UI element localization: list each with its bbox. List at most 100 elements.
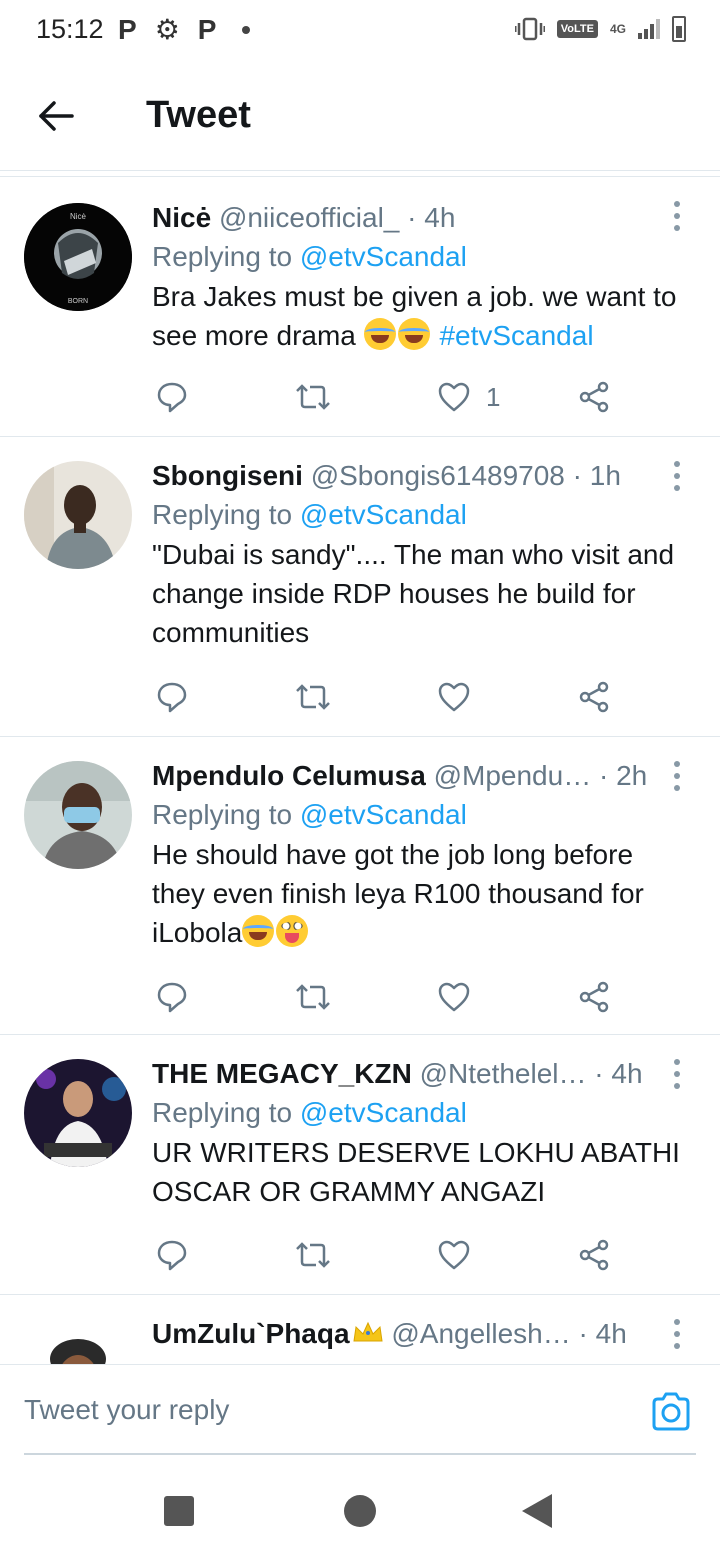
like-button[interactable]: 1	[438, 377, 500, 417]
tweet-header: THE MEGACY_KZN @Ntethelel… · 4h	[152, 1058, 643, 1089]
display-name[interactable]: UmZulu`Phaqa	[152, 1318, 350, 1349]
reply-button[interactable]	[156, 977, 188, 1017]
reply-input[interactable]	[24, 1365, 624, 1455]
user-handle[interactable]: @Angellesh…	[391, 1318, 570, 1349]
retweet-icon	[296, 384, 330, 410]
replies-list: Nicė BORN Nicė @niiceofficial_ · 4h Repl…	[0, 176, 720, 1364]
tweet-time: 1h	[589, 460, 621, 491]
zany-face-emoji	[276, 915, 309, 947]
display-name[interactable]: Mpendulo Celumusa	[152, 760, 426, 791]
retweet-button[interactable]	[296, 377, 330, 417]
display-name[interactable]: THE MEGACY_KZN	[152, 1058, 412, 1089]
reply-underline	[24, 1453, 696, 1455]
share-button[interactable]	[578, 677, 610, 717]
like-button[interactable]	[438, 677, 470, 717]
tweet-item[interactable]: Mpendulo Celumusa @Mpendu… · 2h Replying…	[0, 737, 720, 1035]
laughing-tears-emoji	[397, 318, 430, 350]
tweet-text: UR WRITERS DESERVE LOKHU ABATHI OSCAR OR…	[152, 1137, 680, 1207]
more-options-button[interactable]	[670, 201, 684, 231]
tweet-time: 4h	[424, 202, 456, 233]
reply-button[interactable]	[156, 677, 188, 717]
retweet-icon	[296, 684, 330, 710]
battery-icon	[672, 16, 686, 42]
share-icon	[579, 381, 609, 413]
retweet-button[interactable]	[296, 977, 330, 1017]
mention-link[interactable]: @etvScandal	[300, 799, 467, 830]
share-icon	[579, 981, 609, 1013]
avatar[interactable]	[24, 461, 132, 569]
like-icon	[438, 682, 470, 712]
tweet-item[interactable]: UmZulu`Phaqa @Angellesh… · 4h	[0, 1295, 720, 1364]
svg-text:BORN: BORN	[68, 298, 88, 305]
more-options-button[interactable]	[670, 1059, 684, 1089]
reply-button[interactable]	[156, 1235, 188, 1275]
mention-link[interactable]: @etvScandal	[300, 499, 467, 530]
top-app-bar: Tweet	[0, 64, 720, 171]
mention-link[interactable]: @etvScandal	[300, 1097, 467, 1128]
tweet-item[interactable]: Sbongiseni @Sbongis61489708 · 1h Replyin…	[0, 437, 720, 737]
like-button[interactable]	[438, 1235, 470, 1275]
replying-to: Replying to @etvScandal	[152, 241, 467, 272]
more-options-button[interactable]	[670, 1319, 684, 1349]
user-handle[interactable]: @Mpendu…	[434, 760, 592, 791]
reply-icon	[157, 1240, 187, 1271]
tweet-header: Mpendulo Celumusa @Mpendu… · 2h	[152, 760, 648, 791]
user-handle[interactable]: @niiceofficial_	[219, 202, 399, 233]
home-icon[interactable]	[344, 1495, 376, 1527]
tweet-header: Nicė @niiceofficial_ · 4h	[152, 202, 456, 233]
like-count: 1	[486, 381, 501, 412]
tweet-text: He should have got the job long before t…	[152, 839, 644, 948]
tweet-content: Nicė @niiceofficial_ · 4h Replying to @e…	[152, 199, 680, 355]
user-handle[interactable]: @Sbongis61489708	[311, 460, 565, 491]
network-4g-icon: 4G	[609, 22, 626, 36]
tweet-item[interactable]: Nicė BORN Nicė @niiceofficial_ · 4h Repl…	[0, 177, 720, 437]
tweet-actions	[152, 977, 622, 1017]
like-icon	[438, 382, 470, 412]
reply-button[interactable]	[156, 377, 188, 417]
avatar[interactable]: Nicė BORN	[24, 203, 132, 311]
tweet-content: THE MEGACY_KZN @Ntethelel… · 4h Replying…	[152, 1055, 680, 1211]
retweet-icon	[296, 984, 330, 1010]
tweet-actions	[152, 677, 622, 717]
camera-icon	[652, 1392, 690, 1431]
status-system-icons: VoLTE 4G	[514, 16, 686, 42]
more-options-button[interactable]	[670, 761, 684, 791]
share-button[interactable]	[578, 377, 610, 417]
user-handle[interactable]: @Ntethelel…	[420, 1058, 587, 1089]
share-icon	[579, 1239, 609, 1271]
display-name[interactable]: Nicė	[152, 202, 211, 233]
reply-icon	[157, 382, 187, 413]
reply-icon	[157, 682, 187, 713]
vibrate-icon	[514, 17, 545, 41]
back-button[interactable]	[34, 94, 78, 138]
status-bar: 15:12 P ⚙ P VoLTE 4G	[0, 0, 720, 64]
replying-to: Replying to @etvScandal	[152, 499, 467, 530]
recent-apps-icon[interactable]	[164, 1496, 194, 1526]
like-button[interactable]	[438, 977, 470, 1017]
status-notification-icons: P ⚙ P	[118, 14, 251, 46]
tweet-time: 2h	[616, 760, 648, 791]
avatar[interactable]	[24, 1319, 132, 1364]
more-options-button[interactable]	[670, 461, 684, 491]
share-button[interactable]	[578, 977, 610, 1017]
avatar[interactable]	[24, 761, 132, 869]
tweet-text: "Dubai is sandy".... The man who visit a…	[152, 539, 675, 648]
replying-to: Replying to @etvScandal	[152, 1097, 467, 1128]
dot-icon	[242, 26, 251, 34]
retweet-icon	[296, 1242, 330, 1268]
tweet-item[interactable]: THE MEGACY_KZN @Ntethelel… · 4h Replying…	[0, 1035, 720, 1295]
tweet-content: UmZulu`Phaqa @Angellesh… · 4h	[152, 1315, 680, 1353]
retweet-button[interactable]	[296, 1235, 330, 1275]
share-button[interactable]	[578, 1235, 610, 1275]
laughing-tears-emoji	[363, 318, 396, 350]
avatar[interactable]	[24, 1059, 132, 1167]
back-icon[interactable]	[522, 1494, 552, 1528]
share-icon	[579, 681, 609, 713]
mention-link[interactable]: @etvScandal	[300, 241, 467, 272]
retweet-button[interactable]	[296, 677, 330, 717]
hashtag-link[interactable]: #etvScandal	[439, 320, 593, 351]
arrow-left-icon	[39, 101, 74, 131]
laughing-tears-emoji	[242, 915, 275, 947]
display-name[interactable]: Sbongiseni	[152, 460, 303, 491]
camera-button[interactable]	[650, 1391, 692, 1433]
